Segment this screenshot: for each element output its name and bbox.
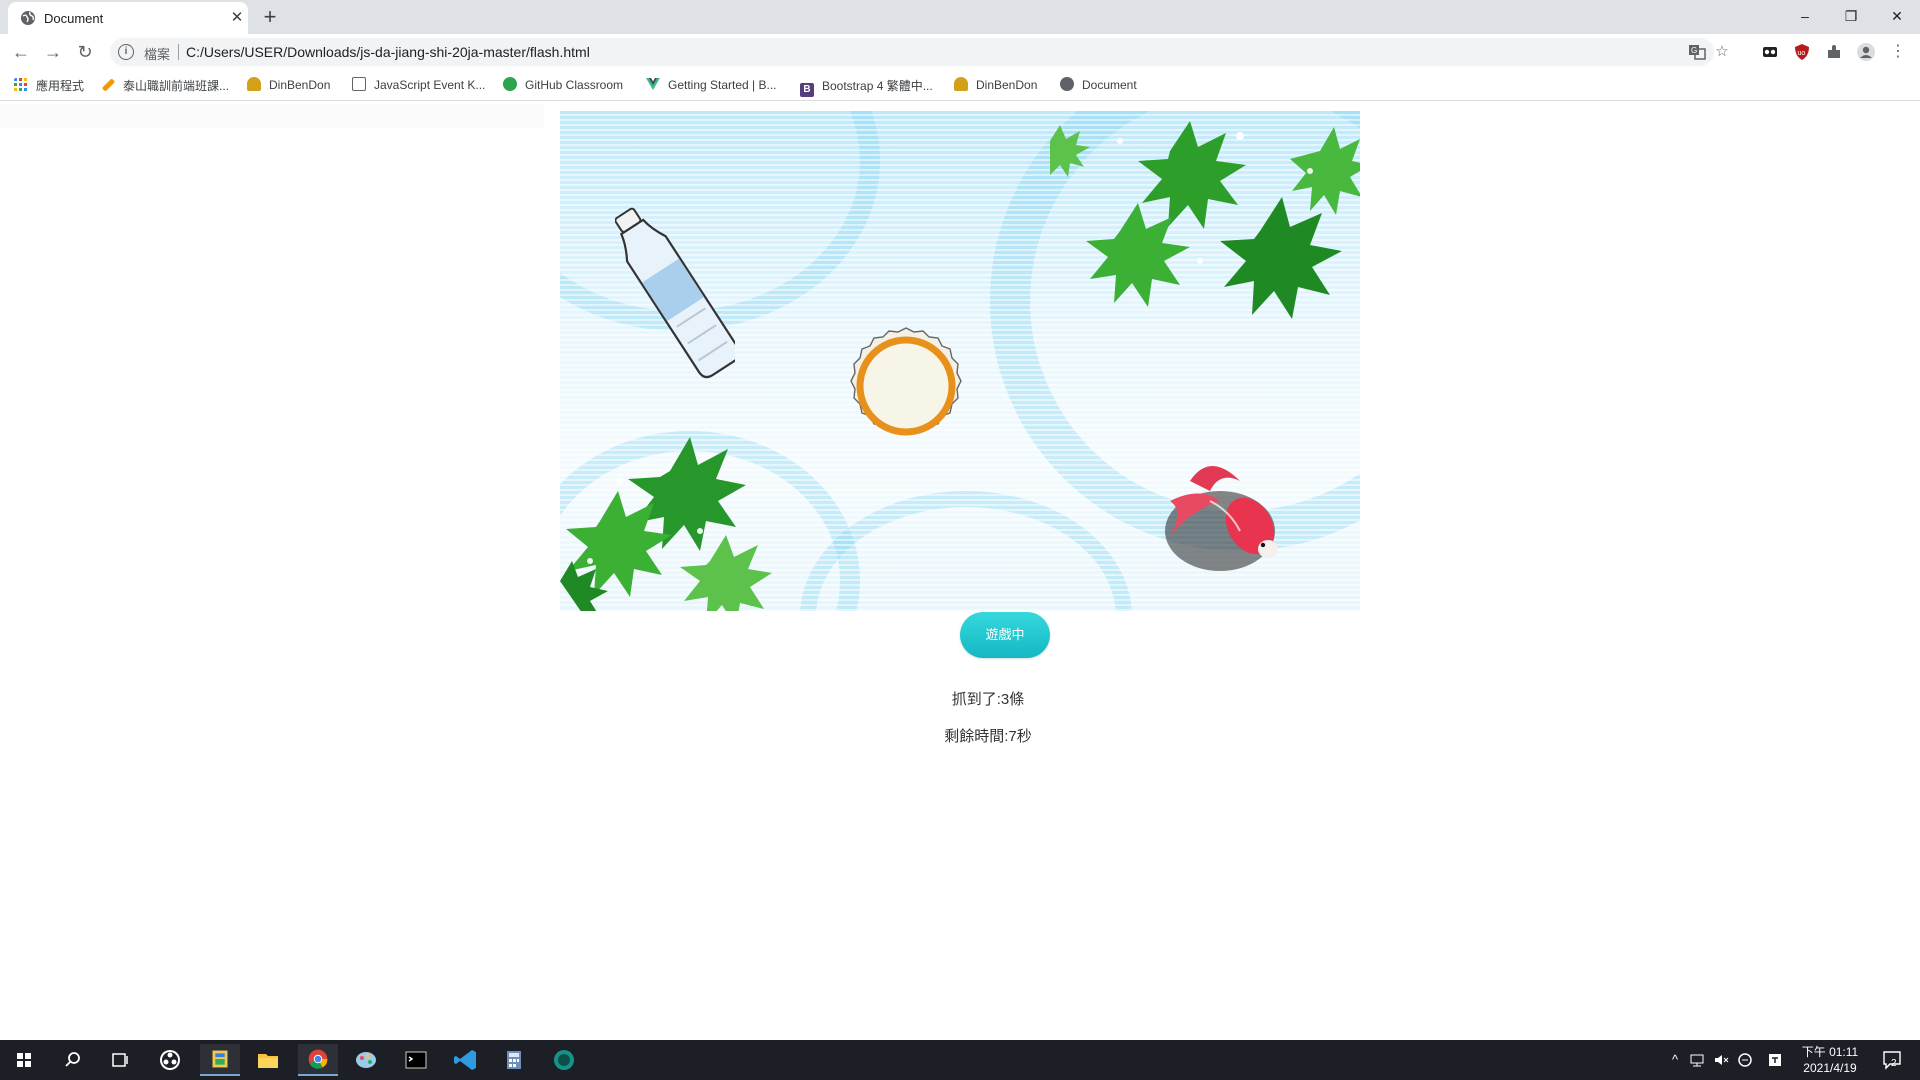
back-button[interactable]: ← xyxy=(9,40,33,64)
file-explorer-icon[interactable] xyxy=(248,1044,288,1076)
svg-text:uo: uo xyxy=(1798,50,1806,57)
page-icon xyxy=(352,77,366,91)
site-info-icon[interactable]: i xyxy=(118,44,134,60)
reload-button[interactable]: ↻ xyxy=(73,40,97,64)
browser-menu-icon[interactable]: ⋮ xyxy=(1888,42,1908,62)
volume-muted-icon[interactable] xyxy=(1712,1051,1730,1069)
bookmark-dinbendon-1[interactable]: DinBenDon xyxy=(247,77,330,95)
ublock-shield-icon[interactable]: uo xyxy=(1792,42,1812,62)
forward-button[interactable]: → xyxy=(41,40,65,64)
tab-close-icon[interactable]: ✕ xyxy=(228,9,246,27)
close-window-button[interactable]: ✕ xyxy=(1874,4,1920,28)
bookmark-taishan[interactable]: 泰山職訓前端班課... xyxy=(101,77,230,95)
bookmark-document[interactable]: Document xyxy=(1060,77,1137,95)
origin-chip: 檔案 xyxy=(144,47,171,62)
github-icon xyxy=(503,77,517,91)
extension-glasses-icon[interactable] xyxy=(1760,42,1780,62)
new-tab-button[interactable]: + xyxy=(258,6,282,30)
tab-strip: Document ✕ + – ❐ ✕ xyxy=(0,0,1920,34)
bookmark-label: GitHub Classroom xyxy=(525,78,624,92)
bookmark-getting-started[interactable]: Getting Started | B... xyxy=(646,77,777,95)
restore-button[interactable]: ❐ xyxy=(1828,4,1874,28)
globe-icon xyxy=(21,11,35,25)
notification-count: 2 xyxy=(1891,1058,1897,1069)
bookmark-label: JavaScript Event K... xyxy=(374,78,486,92)
game-status-button[interactable]: 遊戲中 xyxy=(960,612,1050,658)
obs-icon[interactable] xyxy=(150,1044,190,1076)
translate-icon[interactable]: G xyxy=(1688,43,1706,61)
search-icon[interactable] xyxy=(52,1044,92,1076)
bookmark-star-icon[interactable]: ☆ xyxy=(1712,42,1732,62)
maple-leaves-top-right xyxy=(1050,121,1360,319)
task-view-icon[interactable] xyxy=(100,1044,140,1076)
bookmark-label: DinBenDon xyxy=(976,78,1038,92)
gitkraken-icon[interactable] xyxy=(544,1044,584,1076)
bookmarks-bar: 應用程式 泰山職訓前端班課... DinBenDon JavaScript Ev… xyxy=(0,70,1920,101)
network-icon[interactable] xyxy=(1688,1051,1706,1069)
vue-icon xyxy=(646,78,660,90)
bookmark-apps[interactable]: 應用程式 xyxy=(14,77,84,95)
tab-title: Document xyxy=(44,11,104,26)
apps-grid-icon xyxy=(14,78,27,91)
chrome-icon[interactable] xyxy=(298,1044,338,1076)
clock-date: 2021/4/19 xyxy=(1803,1061,1857,1075)
calculator-icon[interactable] xyxy=(494,1044,534,1076)
bookmark-label: 泰山職訓前端班課... xyxy=(123,79,230,93)
paint-app-icon[interactable] xyxy=(346,1044,386,1076)
bookmark-js-event[interactable]: JavaScript Event K... xyxy=(352,77,485,95)
bookmark-label: Getting Started | B... xyxy=(668,78,777,92)
browser-toolbar: ← → ↻ i 檔案 C:/Users/USER/Downloads/js-da… xyxy=(0,34,1920,70)
maple-leaves-bottom-left xyxy=(560,437,772,611)
bookmark-bootstrap[interactable]: B Bootstrap 4 繁體中... xyxy=(800,77,933,97)
water-bottle xyxy=(615,207,735,379)
app-tray-icon[interactable] xyxy=(1736,1051,1754,1069)
pencil-icon xyxy=(101,78,116,92)
bookmark-github-classroom[interactable]: GitHub Classroom xyxy=(503,77,623,95)
bootstrap-icon: B xyxy=(800,83,814,97)
bookmark-label: Document xyxy=(1082,78,1137,92)
bento-icon xyxy=(954,77,968,91)
windows-taskbar: ^ 下午 01:11 2021/4/19 2 xyxy=(0,1040,1920,1080)
clock-time: 下午 01:11 xyxy=(1801,1045,1859,1059)
vscode-icon[interactable] xyxy=(446,1044,486,1076)
profile-avatar-icon[interactable] xyxy=(1856,42,1876,62)
terminal-icon[interactable] xyxy=(396,1044,436,1076)
score-text: 抓到了:3條 xyxy=(951,691,1025,708)
goldfish[interactable] xyxy=(1150,441,1300,591)
poi-net[interactable] xyxy=(844,324,968,448)
bookmark-label: 應用程式 xyxy=(36,79,85,93)
svg-text:G: G xyxy=(1691,46,1697,55)
bookmark-label: DinBenDon xyxy=(269,78,331,92)
windows-start-icon[interactable] xyxy=(4,1044,44,1076)
url-text[interactable]: C:/Users/USER/Downloads/js-da-jiang-shi-… xyxy=(186,44,590,60)
minimize-button[interactable]: – xyxy=(1782,4,1828,28)
address-bar[interactable]: i 檔案 C:/Users/USER/Downloads/js-da-jiang… xyxy=(110,38,1729,66)
globe-icon xyxy=(1060,77,1074,91)
game-canvas[interactable] xyxy=(560,111,1360,611)
bento-icon xyxy=(247,77,261,91)
tab-document[interactable]: Document ✕ xyxy=(8,2,248,34)
left-empty-panel xyxy=(0,104,544,128)
tray-expand-icon[interactable]: ^ xyxy=(1666,1051,1684,1069)
timer-text: 剩餘時間:7秒 xyxy=(944,728,1032,745)
extensions-puzzle-icon[interactable] xyxy=(1824,42,1844,62)
ime-icon[interactable] xyxy=(1766,1051,1784,1069)
file-manager-app-icon[interactable] xyxy=(200,1044,240,1076)
bookmark-dinbendon-2[interactable]: DinBenDon xyxy=(954,77,1037,95)
system-clock[interactable]: 下午 01:11 2021/4/19 xyxy=(1790,1044,1870,1076)
bookmark-label: Bootstrap 4 繁體中... xyxy=(822,79,933,93)
divider xyxy=(178,44,179,60)
